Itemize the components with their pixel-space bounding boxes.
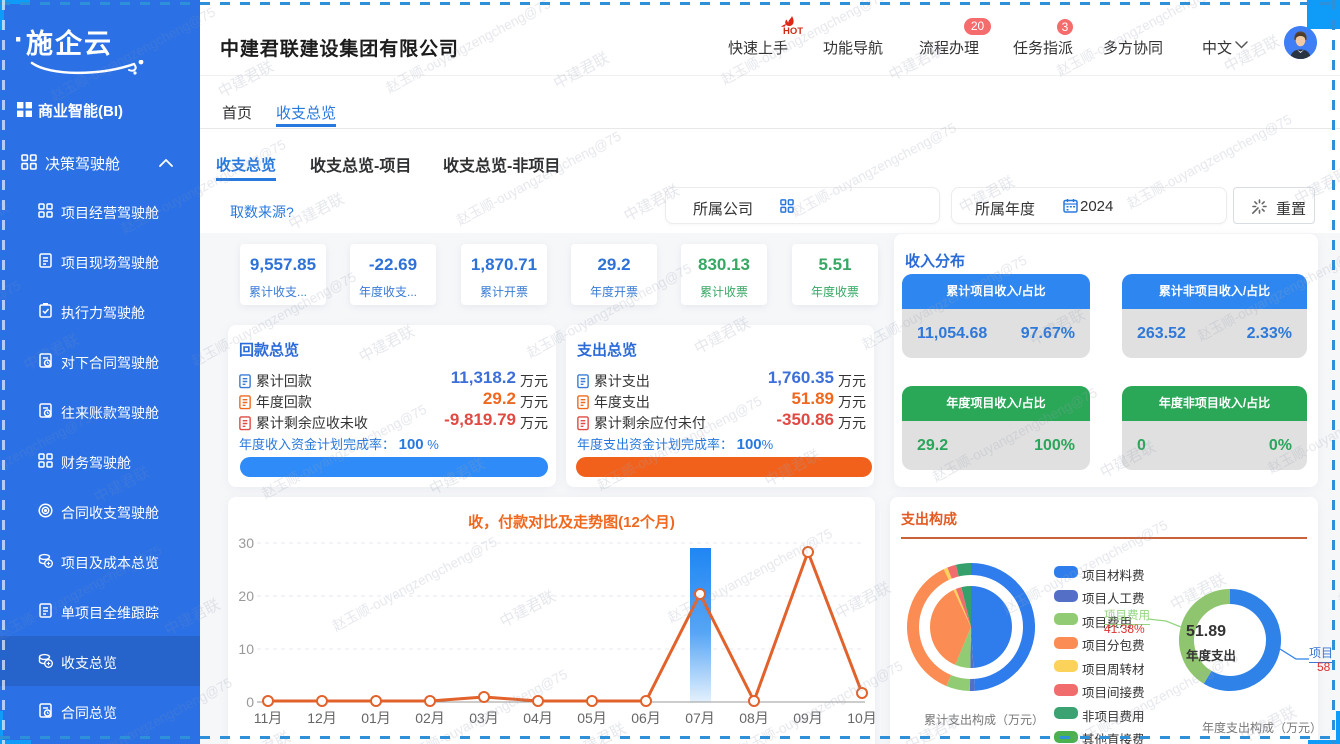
svg-text:30: 30 xyxy=(238,535,254,551)
svg-text:06月: 06月 xyxy=(631,710,661,726)
svg-text:07月: 07月 xyxy=(685,710,715,726)
svg-text:0: 0 xyxy=(246,694,254,710)
svg-text:HOT: HOT xyxy=(783,26,803,36)
svg-text:10月: 10月 xyxy=(847,710,875,726)
svg-text:12月: 12月 xyxy=(307,710,337,726)
svg-text:08月: 08月 xyxy=(739,710,769,726)
svg-text:20: 20 xyxy=(238,588,254,604)
svg-text:05月: 05月 xyxy=(577,710,607,726)
svg-text:10: 10 xyxy=(238,641,254,657)
svg-text:01月: 01月 xyxy=(361,710,391,726)
svg-text:09月: 09月 xyxy=(793,710,823,726)
svg-text:03月: 03月 xyxy=(469,710,499,726)
svg-text:11月: 11月 xyxy=(254,710,283,726)
svg-text:02月: 02月 xyxy=(415,710,445,726)
svg-text:04月: 04月 xyxy=(523,710,553,726)
